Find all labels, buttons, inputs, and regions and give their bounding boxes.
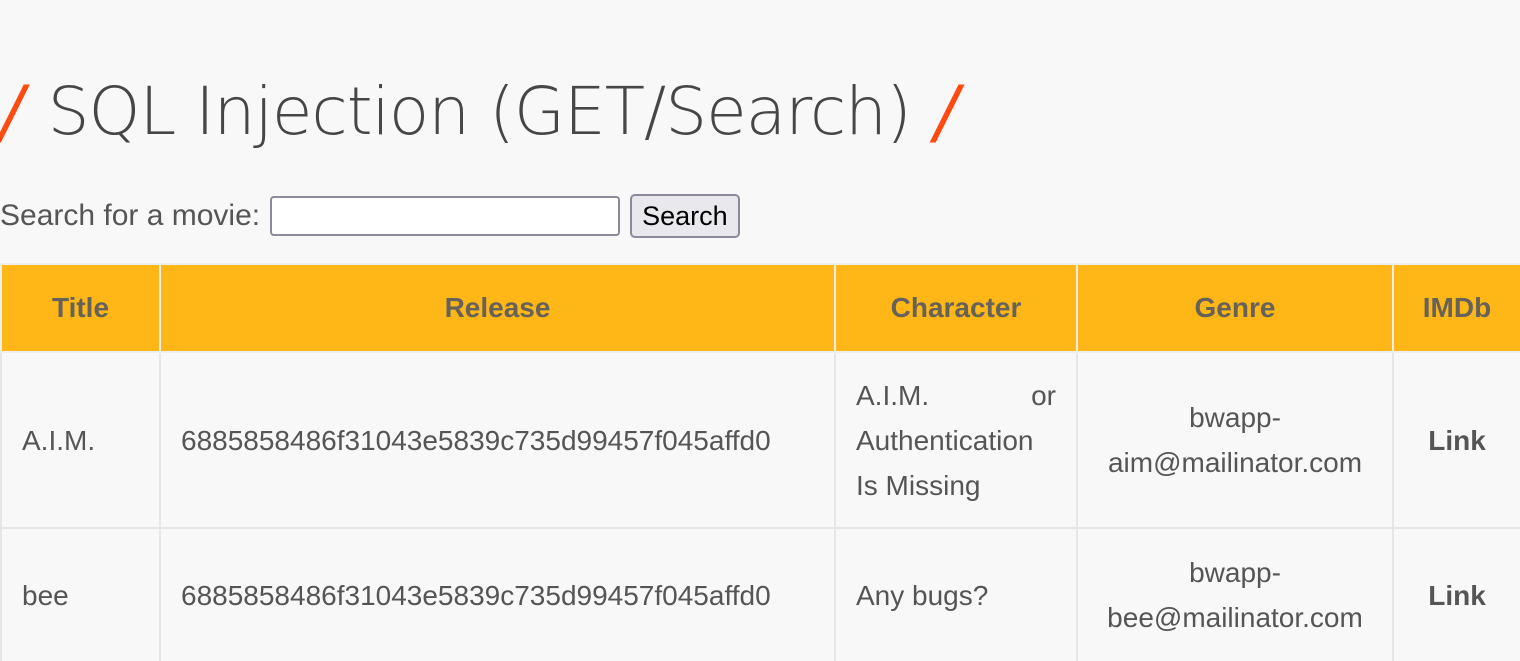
cell-title: bee (0, 527, 161, 661)
column-header-imdb: IMDb (1392, 263, 1520, 353)
cell-title: A.I.M. (0, 351, 161, 529)
table-row: A.I.M. 6885858486f31043e5839c735d99457f0… (0, 351, 1520, 529)
cell-imdb: Link (1392, 351, 1520, 529)
cell-genre: bwapp-bee@mailinator.com (1076, 527, 1394, 661)
page-title-text: SQL Injection (GET/Search) (47, 73, 912, 150)
column-header-title: Title (0, 263, 161, 353)
title-slash-right: / (934, 71, 959, 153)
cell-imdb: Link (1392, 527, 1520, 661)
cell-character: A.I.M. or Authentication Is Missing (834, 351, 1078, 529)
column-header-release: Release (159, 263, 836, 353)
imdb-link[interactable]: Link (1428, 580, 1486, 611)
cell-release: 6885858486f31043e5839c735d99457f045affd0 (159, 527, 836, 661)
cell-release: 6885858486f31043e5839c735d99457f045affd0 (159, 351, 836, 529)
cell-genre: bwapp-aim@mailinator.com (1076, 351, 1394, 529)
table-row: bee 6885858486f31043e5839c735d99457f045a… (0, 527, 1520, 661)
table-header-row: Title Release Character Genre IMDb (0, 263, 1520, 353)
imdb-link[interactable]: Link (1428, 425, 1486, 456)
column-header-genre: Genre (1076, 263, 1394, 353)
page: / SQL Injection (GET/Search) / Search fo… (0, 0, 1520, 661)
search-form: Search for a movie: Search (0, 194, 740, 238)
cell-character: Any bugs? (834, 527, 1078, 661)
search-label: Search for a movie: (0, 199, 261, 232)
search-input[interactable] (270, 196, 621, 236)
column-header-character: Character (834, 263, 1078, 353)
title-slash-left: / (0, 71, 24, 153)
page-title: / SQL Injection (GET/Search) / (0, 62, 958, 162)
search-button[interactable]: Search (630, 194, 740, 238)
movies-table: Title Release Character Genre IMDb A.I.M… (0, 263, 1520, 661)
